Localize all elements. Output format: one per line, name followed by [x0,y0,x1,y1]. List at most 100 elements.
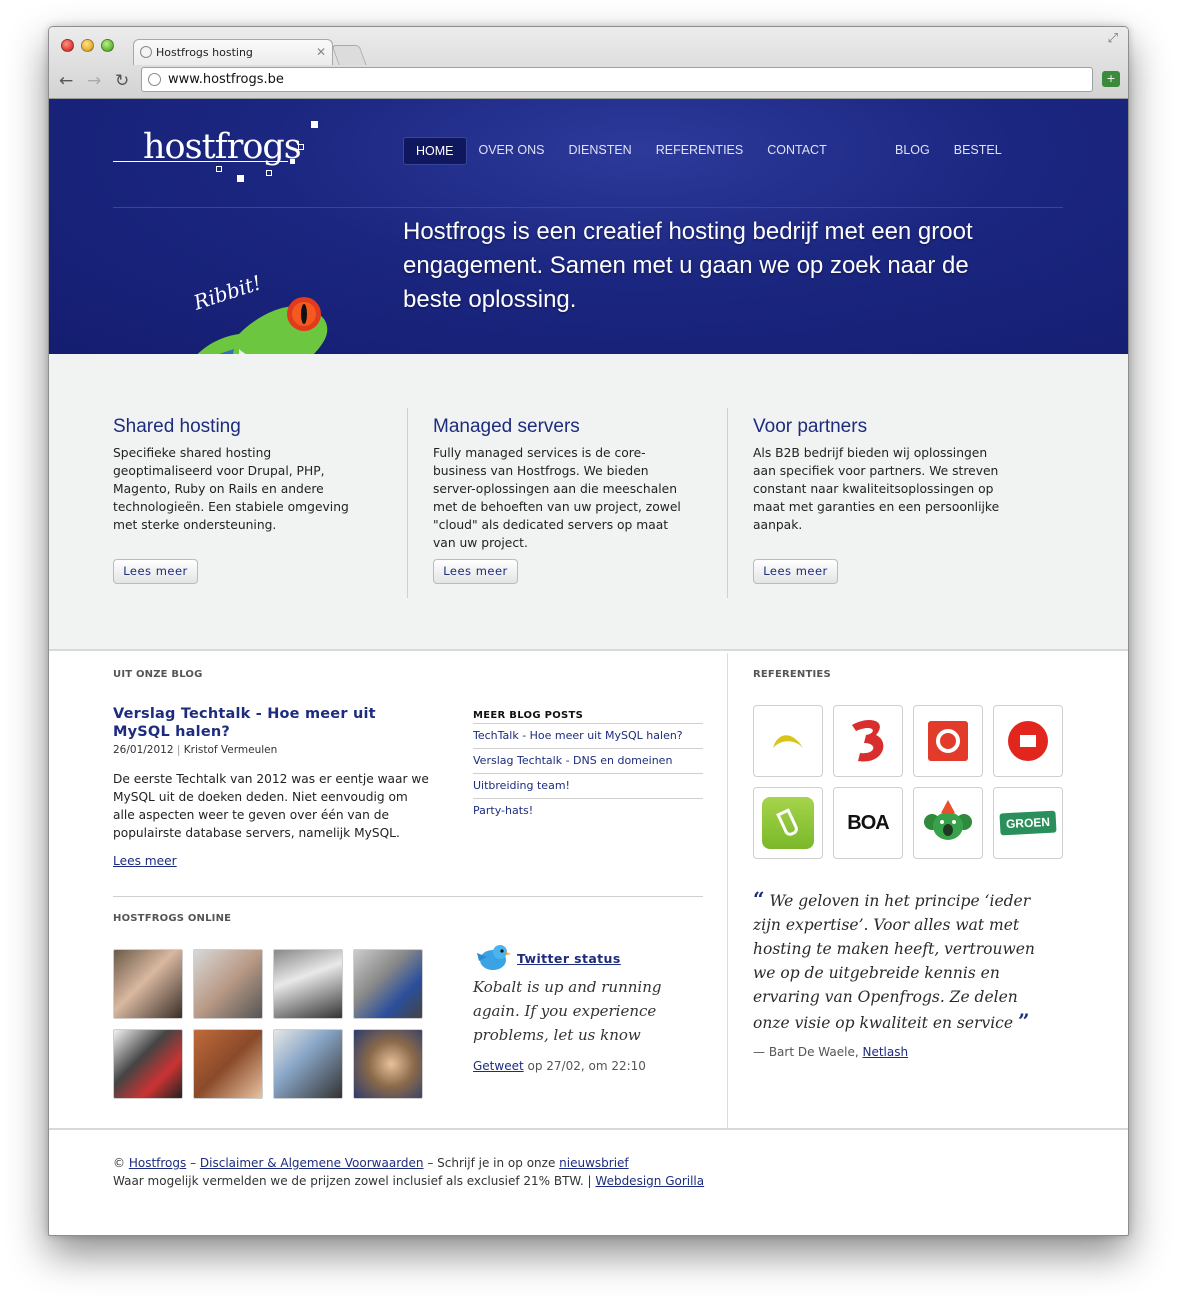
nav-bestel[interactable]: BESTEL [942,137,1014,163]
team-photo[interactable] [193,949,263,1019]
service-text: Fully managed services is de core-busine… [433,446,681,550]
frog-caption: Ribbit! [190,270,264,315]
twitter-status-link[interactable]: Twitter status [517,951,621,966]
red-3-logo[interactable] [833,705,903,777]
green-glass-logo[interactable] [753,787,823,859]
team-photo[interactable] [113,949,183,1019]
more-post-link[interactable]: TechTalk - Hoe meer uit MySQL halen? [473,723,703,748]
close-quote-icon: ” [1017,1009,1030,1033]
blog-post-title[interactable]: Verslag Techtalk - Hoe meer uit MySQL ha… [113,705,433,741]
browser-chrome: Hostfrogs hosting ✕ ⤢ ← → ↻ www.hostfrog… [49,27,1128,99]
new-tab-button[interactable] [331,45,367,65]
logo-square [290,159,295,164]
banana-logo[interactable] [753,705,823,777]
more-post-link[interactable]: Party-hats! [473,798,703,823]
logo-underline [113,161,288,162]
service-title: Voor partners [753,416,868,437]
vat-notice: Waar mogelijk vermelden we de prijzen zo… [113,1174,592,1188]
footer-line-2: Waar mogelijk vermelden we de prijzen zo… [113,1174,704,1188]
reference-logo-grid: BOA GROEN [753,705,1063,859]
post-author: Kristof Vermeulen [183,744,278,756]
footer-text: – Schrijf je in op onze [427,1156,556,1170]
column-divider [727,653,728,1128]
nav-home[interactable]: HOME [403,137,467,165]
testimonial-author: — Bart De Waele, Netlash [753,1045,908,1059]
team-photo[interactable] [353,949,423,1019]
online-section-label: HOSTFROGS ONLINE [113,913,232,924]
tweet-time: op 27/02, om 22:10 [527,1059,646,1073]
tab-title: Hostfrogs hosting [156,46,253,59]
koala-logo[interactable] [913,787,983,859]
tweet-meta: Getweet op 27/02, om 22:10 [473,1059,646,1073]
blog-post-meta: 26/01/2012 | Kristof Vermeulen [113,744,278,756]
service-shared-hosting: Shared hosting Specifieke shared hosting… [113,416,373,534]
team-photo[interactable] [353,1029,423,1099]
team-photo[interactable] [273,1029,343,1099]
service-text: Als B2B bedrijf bieden wij oplossingen a… [753,446,1000,532]
lees-meer-button[interactable]: Lees meer [753,559,838,584]
services-section: Shared hosting Specifieke shared hosting… [49,354,1128,651]
boa-logo[interactable]: BOA [833,787,903,859]
open-quote-icon: “ [753,887,765,911]
post-date: 26/01/2012 [113,744,174,756]
logo-square [298,144,304,150]
close-window-button[interactable] [61,39,74,52]
logo-square [216,166,222,172]
page-footer: © Hostfrogs – Disclaimer & Algemene Voor… [49,1128,1128,1235]
groen-logo[interactable]: GROEN [993,787,1063,859]
service-text: Specifieke shared hosting geoptimaliseer… [113,446,349,532]
url-text: www.hostfrogs.be [168,72,284,87]
post-excerpt: De eerste Techtalk van 2012 was er eentj… [113,772,429,840]
team-photo[interactable] [193,1029,263,1099]
footer-line-1: © Hostfrogs – Disclaimer & Algemene Voor… [113,1156,629,1170]
tweet-text: Kobalt is up and running again. If you e… [473,978,662,1044]
close-tab-icon[interactable]: ✕ [316,45,326,59]
secondary-nav: BLOG BESTEL [883,137,1014,163]
lees-meer-button[interactable]: Lees meer [113,559,198,584]
blog-read-more-link[interactable]: Lees meer [113,854,177,868]
getweet-link[interactable]: Getweet [473,1059,524,1073]
author-name: — Bart De Waele, [753,1045,859,1059]
lees-meer-button[interactable]: Lees meer [433,559,518,584]
service-divider [407,408,408,598]
footer-separator: – [190,1156,197,1170]
hero-divider [113,207,1063,208]
disclaimer-link[interactable]: Disclaimer & Algemene Voorwaarden [200,1156,424,1170]
back-arrow-icon[interactable]: ← [59,71,73,91]
forward-arrow-icon[interactable]: → [87,71,101,91]
quote-text: We geloven in het principe ‘ieder zijn e… [753,892,1035,1032]
more-posts-heading: MEER BLOG POSTS [473,710,584,721]
hostfrogs-link[interactable]: Hostfrogs [129,1156,186,1170]
team-photo[interactable] [113,1029,183,1099]
webdesign-link[interactable]: Webdesign Gorilla [595,1174,704,1188]
service-managed-servers: Managed servers Fully managed services i… [433,416,693,552]
fullscreen-icon[interactable]: ⤢ [1108,31,1118,46]
minimize-window-button[interactable] [81,39,94,52]
newsletter-link[interactable]: nieuwsbrief [559,1156,629,1170]
extension-icon[interactable]: + [1102,71,1120,87]
service-divider [727,408,728,598]
lower-section: UIT ONZE BLOG Verslag Techtalk - Hoe mee… [49,653,1128,1128]
boa-logo-text: BOA [847,811,889,834]
nav-referenties[interactable]: REFERENTIES [644,137,756,165]
nav-diensten[interactable]: DIENSTEN [557,137,644,165]
logo-square [311,121,318,128]
address-bar[interactable]: www.hostfrogs.be [141,67,1093,92]
nav-contact[interactable]: CONTACT [755,137,839,165]
reload-icon[interactable]: ↻ [115,71,129,91]
browser-tab[interactable]: Hostfrogs hosting ✕ [133,39,333,65]
nav-over-ons[interactable]: OVER ONS [467,137,557,165]
main-nav: HOME OVER ONS DIENSTEN REFERENTIES CONTA… [403,137,839,165]
zoom-window-button[interactable] [101,39,114,52]
red-square-logo[interactable] [913,705,983,777]
more-post-link[interactable]: Verslag Techtalk - DNS en domeinen [473,748,703,773]
groen-logo-text: GROEN [999,810,1057,836]
blog-section-label: UIT ONZE BLOG [113,669,203,680]
nav-blog[interactable]: BLOG [883,137,942,163]
red-circle-logo[interactable] [993,705,1063,777]
team-photo[interactable] [273,949,343,1019]
more-post-link[interactable]: Uitbreiding team! [473,773,703,798]
netlash-link[interactable]: Netlash [862,1045,908,1059]
copyright-symbol: © [113,1156,125,1170]
references-section-label: REFERENTIES [753,669,831,680]
